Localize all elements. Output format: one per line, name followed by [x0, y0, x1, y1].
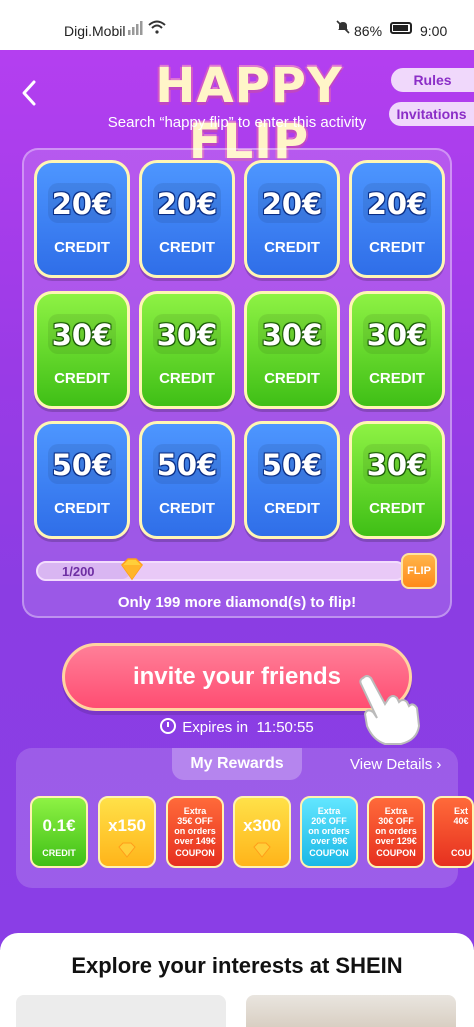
credit-card-tile[interactable]: 20€ CREDIT [244, 160, 340, 278]
card-amount: 30€ [366, 318, 428, 352]
reward-item[interactable]: 0.1€ CREDIT [30, 796, 88, 868]
diamond-note: Only 199 more diamond(s) to flip! [117, 594, 357, 611]
reward-item[interactable]: Extra 20€ OFF on orders over 99€ COUPON [300, 796, 358, 868]
battery-icon [390, 22, 412, 34]
reward-type: COUPON [376, 848, 416, 858]
card-amount: 50€ [51, 448, 113, 482]
credit-card-tile[interactable]: 50€ CREDIT [244, 421, 340, 539]
diamond-progress-bar: 1/200 [36, 558, 406, 581]
reward-type: CREDIT [42, 848, 76, 858]
reward-coupon-text: Extra 30€ OFF on orders over 129€ [375, 806, 417, 846]
diamond-icon [121, 558, 143, 581]
card-label: CREDIT [369, 239, 425, 256]
invitations-button[interactable]: Invitations [389, 102, 474, 126]
credit-card-tile[interactable]: 30€ CREDIT [349, 291, 445, 409]
card-amount: 30€ [51, 318, 113, 352]
mute-icon [336, 20, 350, 37]
credit-card-tile[interactable]: 20€ CREDIT [349, 160, 445, 278]
chevron-left-icon [22, 80, 36, 106]
card-label: CREDIT [54, 370, 110, 387]
carrier-label: Digi.Mobil [64, 23, 126, 39]
progress-count: 1/200 [62, 564, 95, 579]
card-amount: 50€ [156, 448, 218, 482]
card-label: CREDIT [159, 239, 215, 256]
reward-item[interactable]: Extra 35€ OFF on orders over 149€ COUPON [166, 796, 224, 868]
status-bar: Digi.Mobil 86% 9:00 [0, 0, 474, 50]
card-amount: 30€ [366, 448, 428, 482]
card-label: CREDIT [54, 239, 110, 256]
product-thumbnail[interactable] [246, 995, 456, 1027]
back-button[interactable] [18, 78, 44, 114]
expires-timer: Expires in 11:50:55 [0, 718, 474, 736]
diamond-icon [118, 842, 136, 858]
view-details-link[interactable]: View Details › [350, 756, 441, 773]
page-subtitle: Search “happy flip” to enter this activi… [107, 114, 367, 131]
reward-type: COUPON [309, 848, 349, 858]
expires-label: Expires in [182, 719, 249, 736]
card-label: CREDIT [264, 370, 320, 387]
reward-coupon-text: Ext 40€ [453, 806, 469, 826]
wifi-icon [148, 20, 166, 37]
credit-card-tile[interactable]: 20€ CREDIT [139, 160, 235, 278]
explore-heading: Explore your interests at SHEIN [71, 953, 403, 978]
card-amount: 20€ [261, 187, 323, 221]
clock-icon [160, 718, 177, 734]
card-amount: 20€ [51, 187, 113, 221]
credit-card-tile[interactable]: 30€ CREDIT [349, 421, 445, 539]
expires-time: 11:50:55 [256, 719, 314, 736]
reward-coupon-text: Extra 20€ OFF on orders over 99€ [308, 806, 350, 846]
reward-item[interactable]: x150 [98, 796, 156, 868]
card-label: CREDIT [54, 500, 110, 517]
reward-type: COUPON [175, 848, 215, 858]
card-amount: 30€ [156, 318, 218, 352]
signal-icon [128, 21, 144, 38]
card-label: CREDIT [159, 500, 215, 517]
credit-card-tile[interactable]: 50€ CREDIT [34, 421, 130, 539]
reward-value: 0.1€ [42, 816, 76, 835]
reward-value: x300 [243, 816, 281, 835]
credit-card-tile[interactable]: 30€ CREDIT [139, 291, 235, 409]
card-label: CREDIT [159, 370, 215, 387]
card-label: CREDIT [369, 370, 425, 387]
my-rewards-tab[interactable]: My Rewards [172, 748, 302, 780]
card-label: CREDIT [264, 239, 320, 256]
flip-button[interactable]: FLIP [401, 553, 437, 589]
reward-item[interactable]: Ext 40€ COU [432, 796, 474, 868]
credit-card-tile[interactable]: 50€ CREDIT [139, 421, 235, 539]
card-amount: 30€ [261, 318, 323, 352]
reward-item[interactable]: x300 [233, 796, 291, 868]
credit-card-tile[interactable]: 30€ CREDIT [244, 291, 340, 409]
reward-value: x150 [108, 816, 146, 835]
card-label: CREDIT [369, 500, 425, 517]
card-label: CREDIT [264, 500, 320, 517]
diamond-icon [253, 842, 271, 858]
reward-item[interactable]: Extra 30€ OFF on orders over 129€ COUPON [367, 796, 425, 868]
clock-time: 9:00 [420, 23, 448, 39]
card-amount: 20€ [366, 187, 428, 221]
card-amount: 50€ [261, 448, 323, 482]
credit-card-tile[interactable]: 30€ CREDIT [34, 291, 130, 409]
battery-percent: 86% [354, 23, 383, 39]
product-thumbnail[interactable] [16, 995, 226, 1027]
reward-coupon-text: Extra 35€ OFF on orders over 149€ [174, 806, 216, 846]
card-amount: 20€ [156, 187, 218, 221]
credit-card-tile[interactable]: 20€ CREDIT [34, 160, 130, 278]
pointing-hand-icon [359, 675, 421, 745]
rules-button[interactable]: Rules [391, 68, 474, 92]
reward-type: COU [451, 848, 471, 858]
